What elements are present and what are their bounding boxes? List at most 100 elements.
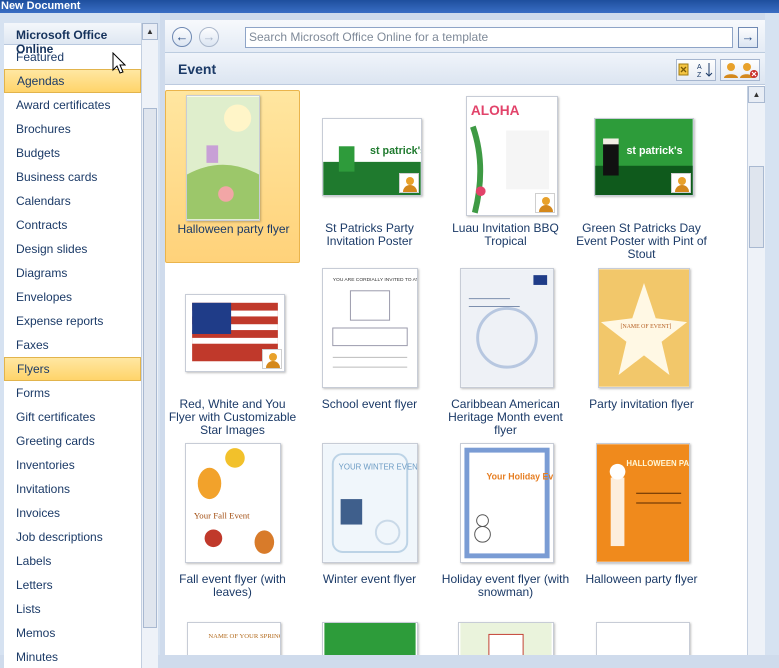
svg-text:YOUR WINTER EVENT: YOUR WINTER EVENT [339,463,417,472]
template-thumbnail[interactable]: NAME OF YOUR SPRING [187,622,281,655]
sidebar-item-faxes[interactable]: Faxes [4,333,141,357]
template-caption: Green St Patricks Day Event Poster with … [576,221,707,261]
svg-text:Z: Z [697,72,702,79]
scroll-thumb[interactable] [749,166,764,248]
template-card[interactable]: st patrick's St Patricks Party Invitation… [302,90,437,250]
sidebar-item-greeting-cards[interactable]: Greeting cards [4,429,141,453]
template-card[interactable]: YOUR WINTER EVENT Winter event flyer [302,441,437,601]
svg-text:HALLOWEEN PARTY!: HALLOWEEN PARTY! [626,459,689,468]
template-card[interactable]: Caribbean American Heritage Month event … [438,266,573,437]
forward-button[interactable]: → [199,27,219,47]
template-thumbnail: HALLOWEEN PARTY! [596,443,690,563]
scroll-thumb[interactable] [143,108,157,628]
template-card[interactable]: Your Fall Event Fall event flyer (with le… [165,441,300,601]
template-card[interactable]: YOU ARE CORDIALLY INVITED TO ATTEND... Sc… [302,266,437,426]
sidebar-item-minutes[interactable]: Minutes [4,645,141,668]
sidebar-item-gift-certificates[interactable]: Gift certificates [4,405,141,429]
template-card[interactable]: ALOHA Luau Invitation BBQ Tropical [438,90,573,250]
template-thumbnail: [NAME OF EVENT] [598,268,690,388]
template-card[interactable]: Halloween party flyer [165,90,300,263]
community-filter-button[interactable] [720,59,760,81]
template-thumbnail: ALOHA [466,96,558,216]
template-thumbnail [186,95,260,221]
section-header: Event AZ [165,53,765,85]
sidebar-item-calendars[interactable]: Calendars [4,189,141,213]
template-grid: Halloween party flyer st patrick's St Patr… [165,86,747,655]
template-caption: School event flyer [321,397,418,411]
template-thumbnail[interactable] [458,622,554,655]
back-button[interactable]: ← [172,27,192,47]
community-template-icon [262,349,282,369]
sidebar-item-inventories[interactable]: Inventories [4,453,141,477]
sidebar-item-envelopes[interactable]: Envelopes [4,285,141,309]
sidebar-item-forms[interactable]: Forms [4,381,141,405]
search-input[interactable]: Search Microsoft Office Online for a tem… [245,27,733,48]
category-pane: Microsoft Office Online Featured Agendas A… [0,13,160,668]
search-go-button[interactable]: → [738,27,758,48]
sidebar-item-expense-reports[interactable]: Expense reports [4,309,141,333]
template-thumbnail: Your Holiday Event [460,443,554,563]
sort-toggle-button[interactable]: AZ [676,59,716,81]
template-thumbnail: YOU ARE CORDIALLY INVITED TO ATTEND... [322,268,418,388]
user-icon [724,63,738,78]
template-card[interactable]: st patrick's Green St Patricks Day Event … [574,90,709,261]
category-list: Microsoft Office Online Featured Agendas A… [4,23,141,668]
window-border [765,13,779,655]
category-scrollbar[interactable]: ▲ [141,23,158,668]
sidebar-item-contracts[interactable]: Contracts [4,213,141,237]
svg-text:NAME OF YOUR SPRING: NAME OF YOUR SPRING [208,633,280,640]
scroll-up-button[interactable]: ▲ [748,86,765,103]
sidebar-item-budgets[interactable]: Budgets [4,141,141,165]
svg-text:st patrick's: st patrick's [626,145,682,157]
template-caption: Halloween party flyer [177,222,290,236]
template-card[interactable]: Red, White and You Flyer with Customizab… [165,266,300,437]
template-thumbnail[interactable] [596,622,690,655]
sidebar-item-invitations[interactable]: Invitations [4,477,141,501]
sidebar-item-design-slides[interactable]: Design slides [4,237,141,261]
sidebar-item-lists[interactable]: Lists [4,597,141,621]
filter-icon [678,63,689,76]
sidebar-item-invoices[interactable]: Invoices [4,501,141,525]
sort-icon: AZ [697,63,713,79]
template-card[interactable]: [NAME OF EVENT] Party invitation flyer [574,266,709,426]
sidebar-item-business-cards[interactable]: Business cards [4,165,141,189]
svg-text:YOU ARE CORDIALLY INVITED TO A: YOU ARE CORDIALLY INVITED TO ATTEND... [333,277,417,283]
template-caption: Halloween party flyer [585,572,698,586]
svg-text:Your Fall Event: Your Fall Event [194,511,250,521]
svg-text:st patrick's: st patrick's [370,145,421,157]
go-arrow-icon: → [741,29,755,44]
section-title: Event [178,61,217,77]
search-toolbar: ← → Search Microsoft Office Online for a… [165,20,765,53]
template-thumbnail: Your Fall Event [185,443,281,563]
svg-text:ALOHA: ALOHA [471,103,520,118]
mouse-pointer-icon [112,52,126,74]
template-thumbnail: st patrick's [322,118,422,196]
window-title: New Document [0,0,779,13]
sidebar-item-brochures[interactable]: Brochures [4,117,141,141]
template-scrollbar[interactable]: ▲ [747,86,765,655]
sidebar-item-diagrams[interactable]: Diagrams [4,261,141,285]
sidebar-item-award-certificates[interactable]: Award certificates [4,93,141,117]
template-caption: Winter event flyer [322,572,417,586]
sidebar-item-job-descriptions[interactable]: Job descriptions [4,525,141,549]
template-thumbnail: st patrick's [594,118,694,196]
template-thumbnail[interactable] [322,622,418,655]
svg-text:[NAME OF EVENT]: [NAME OF EVENT] [621,324,672,330]
template-caption: Caribbean American Heritage Month event … [448,397,563,437]
user-remove-icon [740,63,758,78]
template-thumbnail [185,294,285,372]
template-card[interactable]: Your Holiday Event Holiday event flyer (w… [438,441,573,601]
community-template-icon [535,193,555,213]
sidebar-item-labels[interactable]: Labels [4,549,141,573]
template-card[interactable]: HALLOWEEN PARTY! Halloween party flyer [574,441,709,601]
sidebar-item-letters[interactable]: Letters [4,573,141,597]
scroll-up-button[interactable]: ▲ [142,23,158,40]
template-thumbnail: YOUR WINTER EVENT [322,443,418,563]
community-template-icon [399,173,419,193]
template-caption: Red, White and You Flyer with Customizab… [168,397,297,437]
template-caption: Luau Invitation BBQ Tropical [452,221,559,248]
template-caption: Fall event flyer (with leaves) [179,572,286,599]
sidebar-item-memos[interactable]: Memos [4,621,141,645]
category-list-header: Microsoft Office Online [4,23,141,56]
sidebar-item-flyers[interactable]: Flyers [4,357,141,381]
